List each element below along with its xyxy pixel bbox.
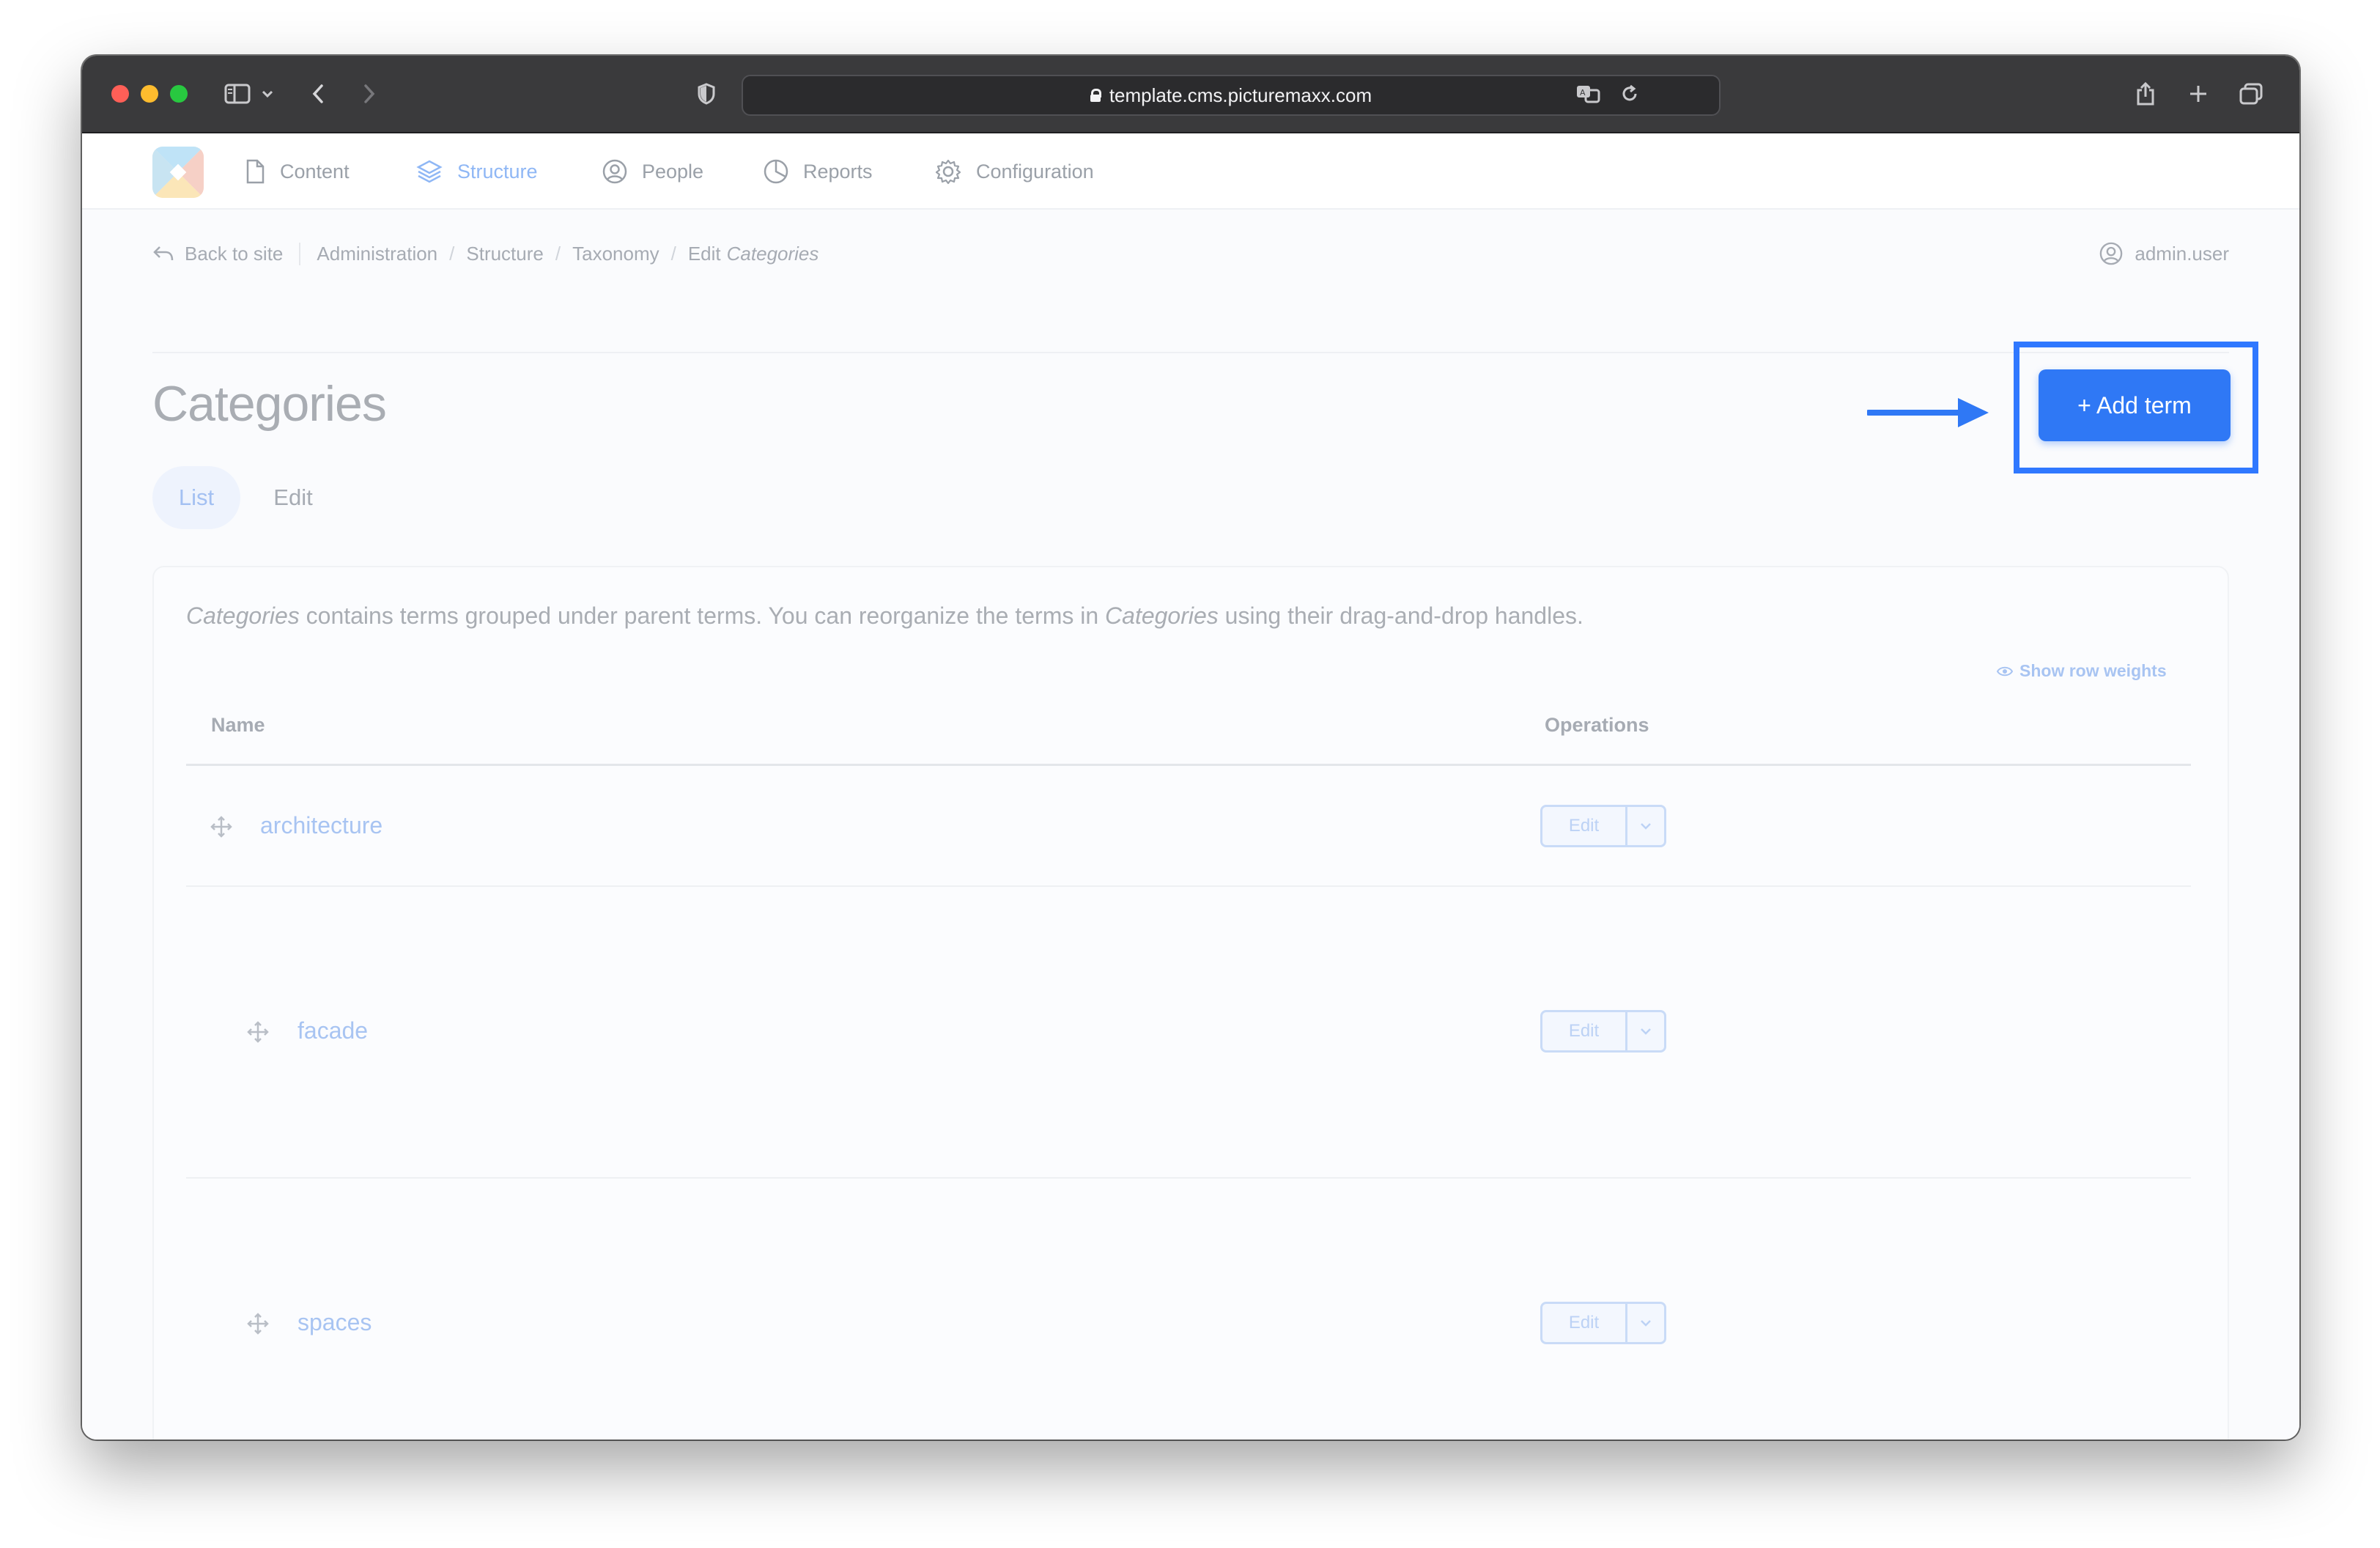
term-link[interactable]: architecture bbox=[260, 812, 382, 839]
breadcrumb-administration[interactable]: Administration bbox=[317, 243, 437, 265]
breadcrumb-separator: / bbox=[449, 242, 455, 265]
tab-list[interactable]: List bbox=[152, 466, 240, 529]
show-row-weights-link[interactable]: Show row weights bbox=[1996, 661, 2167, 681]
chevron-down-icon[interactable] bbox=[256, 75, 278, 113]
nav-item-label: Structure bbox=[457, 160, 538, 183]
new-tab-plus-icon[interactable] bbox=[2184, 75, 2213, 113]
terms-overview-card bbox=[152, 566, 2229, 1440]
nav-item-configuration[interactable]: Configuration bbox=[935, 133, 1094, 210]
pie-chart-icon bbox=[764, 159, 788, 184]
operations-toggle[interactable] bbox=[1627, 807, 1664, 845]
drag-handle-icon[interactable] bbox=[210, 815, 233, 838]
tab-overview-icon[interactable] bbox=[2235, 75, 2267, 113]
operations-dropbutton: Edit bbox=[1540, 1302, 1666, 1344]
breadcrumb-separator: / bbox=[670, 242, 676, 265]
annotation-arrow bbox=[1867, 398, 1989, 427]
admin-toolbar: Content Structure People Reports Configu… bbox=[82, 133, 2299, 210]
page-title: Categories bbox=[152, 376, 387, 432]
term-link[interactable]: facade bbox=[298, 1017, 368, 1044]
user-circle-icon bbox=[602, 159, 627, 184]
chevron-down-icon bbox=[1641, 823, 1651, 830]
operations-dropbutton: Edit bbox=[1540, 1010, 1666, 1053]
description-text: using their drag-and-drop handles. bbox=[1218, 602, 1583, 629]
gear-icon bbox=[935, 159, 961, 185]
row-divider bbox=[186, 1177, 2191, 1179]
breadcrumb-separator: / bbox=[555, 242, 561, 265]
forward-arrow-icon[interactable] bbox=[355, 75, 384, 113]
operations-toggle[interactable] bbox=[1627, 1012, 1664, 1050]
back-to-site-label: Back to site bbox=[185, 242, 284, 265]
close-window-button[interactable] bbox=[111, 85, 129, 103]
drag-handle-icon[interactable] bbox=[246, 1020, 270, 1044]
breadcrumb-current: Edit bbox=[687, 242, 721, 265]
vocabulary-name: Categories bbox=[1105, 602, 1219, 629]
svg-text:A: A bbox=[1580, 88, 1586, 97]
chevron-down-icon bbox=[1641, 1320, 1651, 1327]
term-link[interactable]: spaces bbox=[298, 1309, 372, 1336]
sidebar-toggle-icon[interactable] bbox=[221, 75, 254, 113]
chevron-down-icon bbox=[1641, 1028, 1651, 1035]
nav-item-structure[interactable]: Structure bbox=[416, 133, 538, 210]
operations-toggle[interactable] bbox=[1627, 1304, 1664, 1342]
page-content: Content Structure People Reports Configu… bbox=[82, 133, 2299, 1440]
browser-window: template.cms.picturemaxx.com A Content S… bbox=[82, 56, 2299, 1440]
url-text: template.cms.picturemaxx.com bbox=[1109, 84, 1372, 106]
translate-icon[interactable]: A bbox=[1572, 75, 1605, 113]
edit-term-button[interactable]: Edit bbox=[1542, 1012, 1627, 1050]
lock-icon bbox=[1090, 89, 1101, 102]
row-divider bbox=[186, 885, 2191, 887]
share-icon[interactable] bbox=[2131, 75, 2160, 113]
drag-handle-icon[interactable] bbox=[246, 1312, 270, 1335]
eye-icon bbox=[1996, 666, 2014, 676]
edit-term-button[interactable]: Edit bbox=[1542, 807, 1627, 845]
document-icon bbox=[246, 159, 265, 184]
zoom-window-button[interactable] bbox=[170, 85, 188, 103]
description-text: contains terms grouped under parent term… bbox=[299, 602, 1106, 629]
user-circle-icon bbox=[2100, 242, 2123, 265]
breadcrumb-taxonomy[interactable]: Taxonomy bbox=[572, 243, 659, 265]
browser-toolbar: template.cms.picturemaxx.com A bbox=[82, 56, 2299, 133]
back-arrow-icon[interactable] bbox=[303, 75, 333, 113]
divider bbox=[152, 352, 2229, 353]
back-to-site-link[interactable]: Back to site bbox=[152, 242, 301, 265]
edit-term-button[interactable]: Edit bbox=[1542, 1304, 1627, 1342]
operations-dropbutton: Edit bbox=[1540, 805, 1666, 847]
nav-item-label: People bbox=[642, 160, 704, 183]
vocabulary-name: Categories bbox=[186, 602, 300, 629]
breadcrumb-current-vocabulary: Categories bbox=[726, 242, 819, 265]
reload-icon[interactable] bbox=[1615, 75, 1644, 113]
nav-item-content[interactable]: Content bbox=[245, 133, 350, 210]
nav-item-reports[interactable]: Reports bbox=[764, 133, 873, 210]
return-arrow-icon bbox=[153, 246, 174, 261]
vocabulary-description: Categories contains terms grouped under … bbox=[186, 602, 1583, 630]
minimize-window-button[interactable] bbox=[141, 85, 158, 103]
layers-icon bbox=[416, 160, 443, 183]
add-term-button[interactable]: + Add term bbox=[2039, 369, 2231, 441]
privacy-shield-icon[interactable] bbox=[690, 75, 722, 113]
breadcrumb: Back to site Administration / Structure … bbox=[152, 232, 2229, 276]
site-logo[interactable] bbox=[152, 147, 204, 198]
breadcrumb-structure[interactable]: Structure bbox=[466, 243, 544, 265]
username: admin.user bbox=[2135, 242, 2229, 265]
tab-edit[interactable]: Edit bbox=[249, 466, 337, 529]
table-header-rule bbox=[186, 764, 2191, 766]
column-header-name: Name bbox=[211, 714, 265, 736]
user-menu[interactable]: admin.user bbox=[2099, 232, 2229, 276]
nav-item-label: Reports bbox=[803, 160, 873, 183]
column-header-operations: Operations bbox=[1545, 714, 1649, 736]
show-row-weights-label: Show row weights bbox=[2019, 661, 2167, 680]
nav-item-label: Configuration bbox=[976, 160, 1094, 183]
nav-item-label: Content bbox=[280, 160, 350, 183]
nav-item-people[interactable]: People bbox=[602, 133, 703, 210]
